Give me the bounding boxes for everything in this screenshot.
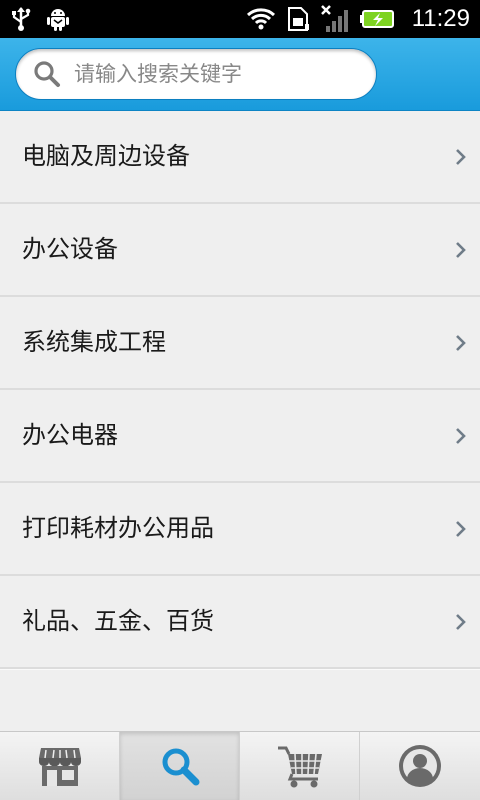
battery-charging-icon <box>359 8 396 30</box>
search-icon <box>32 59 62 89</box>
category-label: 礼品、五金、百货 <box>22 607 214 635</box>
list-item[interactable]: 礼品、五金、百货 <box>0 576 480 669</box>
wifi-icon <box>246 7 276 31</box>
android-debug-icon <box>46 6 70 32</box>
chevron-right-icon <box>456 521 466 537</box>
search-box[interactable] <box>15 48 377 100</box>
chevron-right-icon <box>456 149 466 165</box>
store-icon <box>38 748 81 786</box>
search-input[interactable] <box>72 53 356 95</box>
chevron-right-icon <box>456 428 466 444</box>
category-label: 系统集成工程 <box>22 328 166 356</box>
app-screen: 11:29 电脑及周边设备 办公设备 <box>0 0 480 800</box>
list-item[interactable]: 电脑及周边设备 <box>0 111 480 204</box>
user-icon <box>399 745 441 787</box>
status-bar: 11:29 <box>0 0 480 38</box>
chevron-right-icon <box>456 614 466 630</box>
search-icon <box>162 748 199 786</box>
category-label: 办公电器 <box>22 421 118 449</box>
tab-cart[interactable] <box>240 732 360 800</box>
usb-icon <box>10 6 32 32</box>
clock: 11:29 <box>411 5 470 32</box>
tab-search[interactable] <box>120 732 240 800</box>
list-item[interactable]: 打印耗材办公用品 <box>0 483 480 576</box>
list-item[interactable]: 办公电器 <box>0 390 480 483</box>
tab-account[interactable] <box>360 732 480 800</box>
list-item[interactable]: 系统集成工程 <box>0 297 480 390</box>
category-label: 打印耗材办公用品 <box>22 514 214 542</box>
tab-store[interactable] <box>0 732 120 800</box>
category-label: 办公设备 <box>22 235 118 263</box>
search-header <box>0 38 480 111</box>
bottom-tab-bar <box>0 731 480 800</box>
category-label: 电脑及周边设备 <box>22 142 190 170</box>
no-signal-icon <box>320 4 350 34</box>
sim-icon <box>286 6 310 32</box>
chevron-right-icon <box>456 242 466 258</box>
chevron-right-icon <box>456 335 466 351</box>
category-list: 电脑及周边设备 办公设备 系统集成工程 办公电器 打印耗材办公用品 礼品、五金、… <box>0 111 480 669</box>
cart-icon <box>277 746 322 788</box>
list-item[interactable]: 办公设备 <box>0 204 480 297</box>
